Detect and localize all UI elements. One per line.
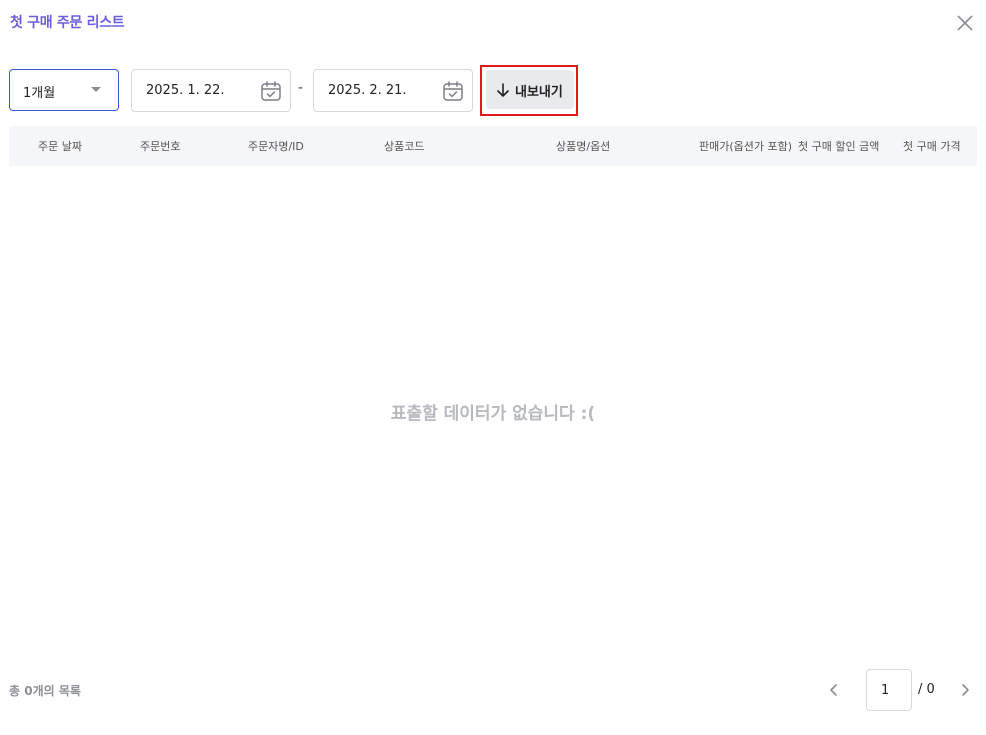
column-header-order-number[interactable]: 주문번호 xyxy=(140,138,180,154)
calendar-check-icon[interactable] xyxy=(442,80,464,102)
period-select[interactable]: 1개월 xyxy=(9,69,119,111)
date-from-value: 2025. 1. 22. xyxy=(146,83,225,98)
chevron-left-icon[interactable] xyxy=(826,682,842,698)
table-header: 주문 날짜 주문번호 주문자명/ID 상품코드 상품명/옵션 판매가(옵션가 포… xyxy=(9,126,977,166)
column-header-first-price[interactable]: 첫 구매 가격 xyxy=(903,138,961,154)
total-count: 총 0개의 목록 xyxy=(9,684,81,698)
column-header-orderer[interactable]: 주문자명/ID xyxy=(248,138,304,154)
export-button[interactable]: 내보내기 xyxy=(486,70,574,109)
export-button-label: 내보내기 xyxy=(515,85,563,100)
column-header-order-date[interactable]: 주문 날짜 xyxy=(38,138,82,154)
period-select-value: 1개월 xyxy=(23,86,56,101)
column-header-discount-amount[interactable]: 첫 구매 할인 금액 xyxy=(798,138,879,154)
date-from-input[interactable]: 2025. 1. 22. xyxy=(131,69,291,112)
date-to-value: 2025. 2. 21. xyxy=(328,83,407,98)
date-to-input[interactable]: 2025. 2. 21. xyxy=(313,69,473,112)
chevron-right-icon[interactable] xyxy=(957,682,973,698)
column-header-product-code[interactable]: 상품코드 xyxy=(384,138,424,154)
column-header-sale-price[interactable]: 판매가(옵션가 포함) xyxy=(699,138,792,154)
page-number-input[interactable] xyxy=(866,669,912,711)
empty-state-message: 표출할 데이터가 없습니다 :( xyxy=(390,404,596,424)
close-icon[interactable] xyxy=(955,13,975,33)
column-header-product-name[interactable]: 상품명/옵션 xyxy=(556,138,610,154)
page-total: / 0 xyxy=(918,682,935,697)
date-range-separator: - xyxy=(298,80,304,96)
arrow-down-icon xyxy=(497,83,509,97)
calendar-check-icon[interactable] xyxy=(260,80,282,102)
modal-title: 첫 구매 주문 리스트 xyxy=(10,15,125,31)
caret-down-icon xyxy=(91,87,101,92)
